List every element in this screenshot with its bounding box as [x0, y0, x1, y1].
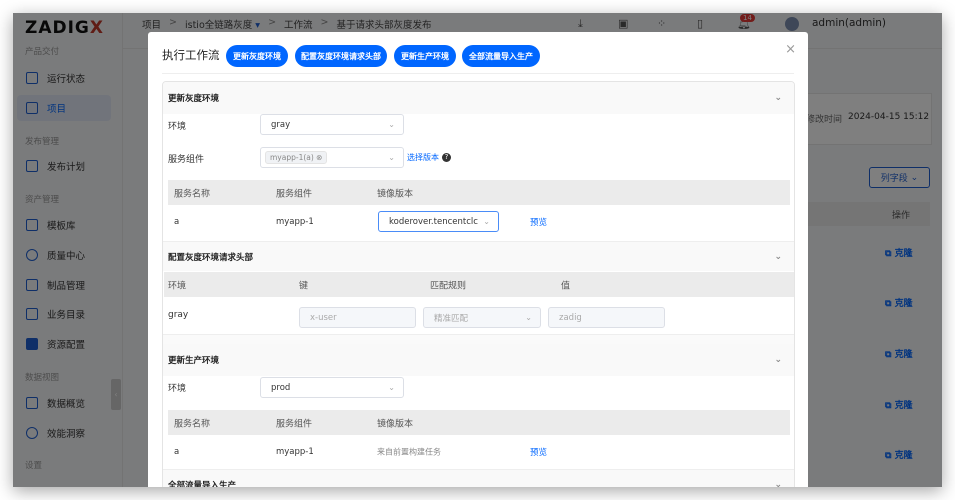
- table-header: 服务名称 服务组件 镜像版本: [168, 410, 790, 435]
- section-header-gray-env[interactable]: 更新灰度环境 ⌄: [163, 82, 794, 114]
- preview-link[interactable]: 预览: [530, 446, 547, 458]
- close-icon[interactable]: ×: [785, 42, 796, 57]
- divider: [162, 73, 794, 74]
- service-label: 服务组件: [168, 155, 205, 165]
- workflow-panel: 更新灰度环境 ⌄ 环境 gray ⌄ 服务组件 myapp-1(a) ⊗ ⌄ 选择版本…: [162, 81, 795, 487]
- env-label: 环境: [168, 384, 187, 394]
- table-row: a myapp-1 来自前置构建任务 预览: [174, 446, 548, 458]
- env-select[interactable]: gray ⌄: [260, 114, 404, 135]
- table-header: 环境键匹配规则值: [164, 272, 794, 297]
- app-window: ZADIGX 产品交付 运行状态 项目 发布管理 发布计划 资产管理 模板库 质…: [13, 13, 942, 487]
- key-input[interactable]: x-user: [299, 307, 416, 328]
- table-header: 服务名称 服务组件 镜像版本: [168, 180, 790, 205]
- section-header-prod-env[interactable]: 更新生产环境 ⌄: [163, 344, 794, 376]
- service-tag[interactable]: myapp-1(a) ⊗: [265, 151, 328, 164]
- divider: [163, 334, 794, 344]
- run-workflow-dialog: 执行工作流 更新灰度环境 配置灰度环境请求头部 更新生产环境 全部流量导入生产 …: [148, 32, 808, 487]
- help-icon[interactable]: ?: [442, 153, 451, 162]
- choose-version-link[interactable]: 选择版本: [407, 152, 439, 163]
- chevron-down-icon[interactable]: ⌄: [774, 93, 782, 103]
- chevron-down-icon[interactable]: ⌄: [774, 480, 782, 488]
- chevron-down-icon[interactable]: ⌄: [774, 252, 782, 262]
- prod-env-select[interactable]: prod ⌄: [260, 377, 404, 398]
- image-select[interactable]: koderover.tencentclc ⌄: [378, 211, 499, 232]
- chevron-down-icon[interactable]: ⌄: [774, 355, 782, 365]
- tab-update-prod-env[interactable]: 更新生产环境: [394, 45, 456, 67]
- service-select[interactable]: myapp-1(a) ⊗ ⌄: [260, 147, 404, 168]
- match-rule-select[interactable]: 精准匹配 ⌄: [423, 307, 541, 328]
- tab-config-gray-headers[interactable]: 配置灰度环境请求头部: [295, 45, 387, 67]
- tab-all-traffic-prod[interactable]: 全部流量导入生产: [462, 45, 540, 67]
- header-env: gray: [168, 310, 189, 320]
- dialog-title: 执行工作流: [162, 48, 220, 62]
- tab-update-gray-env[interactable]: 更新灰度环境: [226, 45, 288, 67]
- section-header-gray-headers[interactable]: 配置灰度环境请求头部 ⌄: [163, 241, 794, 271]
- env-label: 环境: [168, 122, 187, 132]
- section-header-all-traffic[interactable]: 全部流量导入生产 ⌄: [163, 469, 794, 487]
- value-input[interactable]: zadig: [548, 307, 665, 328]
- preview-link[interactable]: 预览: [530, 216, 547, 228]
